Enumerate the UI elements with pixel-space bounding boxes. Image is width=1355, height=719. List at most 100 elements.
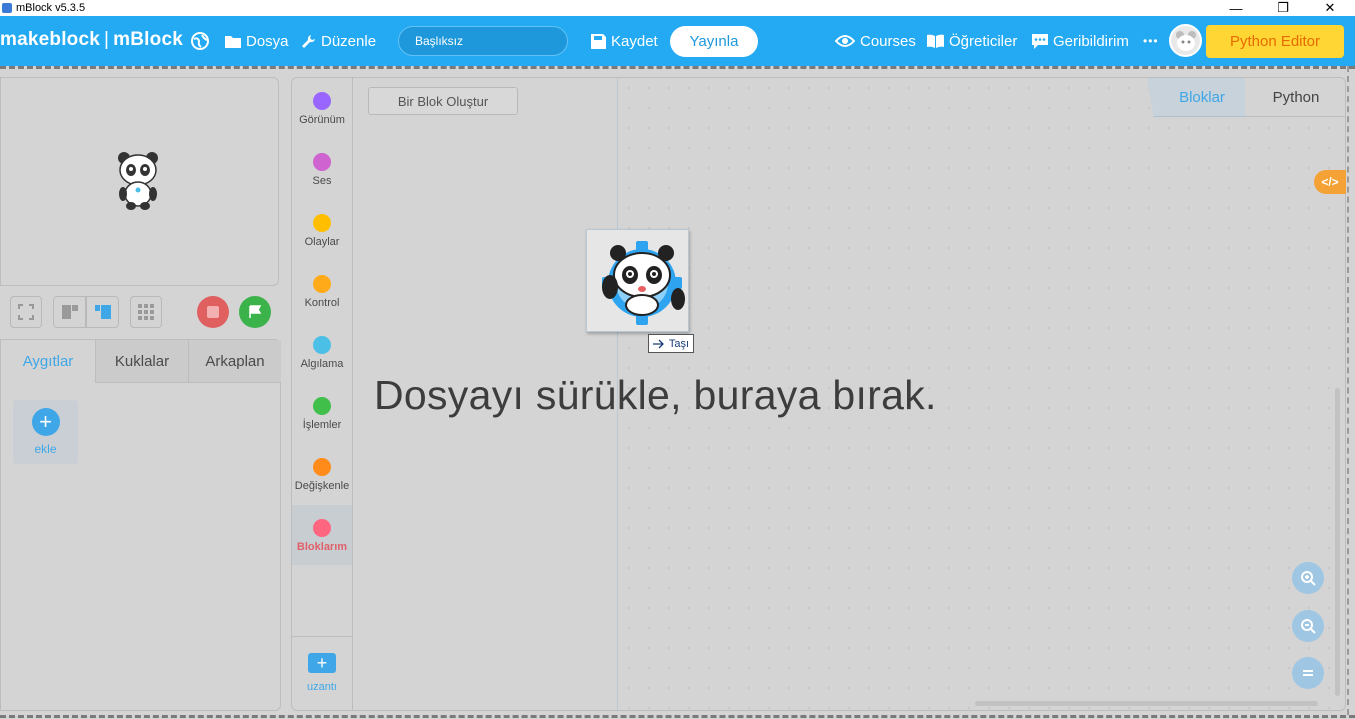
dragged-file-preview	[586, 229, 689, 332]
category-operators[interactable]: İşlemler	[292, 383, 352, 443]
user-avatar[interactable]	[1169, 24, 1202, 57]
file-menu[interactable]: Dosya	[225, 30, 289, 52]
bottom-dashed-border	[0, 715, 1355, 719]
logo-product-text: mBlock	[113, 29, 184, 50]
category-label: Algılama	[300, 358, 344, 370]
zoom-in-button[interactable]	[1292, 562, 1324, 594]
green-flag-button[interactable]	[239, 296, 271, 328]
category-looks[interactable]: Görünüm	[292, 78, 352, 138]
my-blocks-dot-icon	[313, 519, 331, 537]
grid-icon	[138, 304, 154, 320]
category-label: Olaylar	[304, 236, 340, 248]
normal-stage-layout-icon	[94, 305, 111, 319]
window-titlebar: mBlock v5.3.5 — ❐ ✕	[0, 0, 1355, 16]
drop-file-hint: Dosyayı sürükle, buraya bırak.	[374, 372, 937, 418]
small-stage-layout-icon	[61, 305, 78, 319]
tutorials-label: Öğreticiler	[949, 32, 1018, 50]
category-my-blocks[interactable]: Bloklarım	[292, 505, 352, 565]
folder-icon	[225, 36, 241, 48]
category-label: İşlemler	[302, 419, 342, 431]
zoom-in-icon	[1301, 571, 1316, 586]
window-title: mBlock v5.3.5	[16, 2, 86, 14]
logo-makeblock-text: makeblock	[0, 29, 101, 50]
wrench-icon	[302, 34, 315, 48]
category-events[interactable]: Olaylar	[292, 200, 352, 260]
block-category-bar: Görünüm Ses Olaylar Kontrol Algılama İşl…	[292, 78, 353, 710]
courses-eye-icon	[835, 35, 855, 47]
floppy-disk-icon	[591, 33, 606, 49]
logo-separator: |	[104, 29, 110, 50]
close-window-button[interactable]: ✕	[1307, 0, 1353, 16]
category-control[interactable]: Kontrol	[292, 261, 352, 321]
book-icon	[927, 34, 944, 48]
language-globe-button[interactable]	[190, 30, 215, 52]
makeblock-logo: makeblock | mBlock	[0, 29, 183, 51]
right-dashed-border	[1347, 66, 1355, 715]
maximize-button[interactable]: ❐	[1260, 0, 1306, 16]
tab-blocks-mode[interactable]: Bloklar	[1147, 78, 1257, 117]
tab-python-mode[interactable]: Python	[1245, 78, 1345, 117]
top-dashed-border	[0, 66, 1355, 70]
project-name-input[interactable]: Başlıksız	[398, 26, 568, 56]
vertical-scrollbar[interactable]	[1335, 388, 1340, 696]
panda-avatar-icon	[1175, 30, 1196, 51]
zoom-reset-button[interactable]	[1292, 657, 1324, 689]
add-device-label: ekle	[34, 442, 57, 456]
make-a-block-button[interactable]: Bir Blok Oluştur	[368, 87, 518, 115]
tutorials-link[interactable]: Öğreticiler	[927, 30, 1017, 52]
python-editor-button[interactable]: Python Editor	[1206, 25, 1344, 58]
category-sensing[interactable]: Algılama	[292, 322, 352, 382]
mblock-app-icon	[2, 3, 12, 13]
courses-label: Courses	[860, 32, 916, 50]
edit-menu-label: Düzenle	[321, 32, 377, 50]
save-button[interactable]: Kaydet	[591, 30, 658, 52]
more-menu-button[interactable]: •••	[1143, 30, 1159, 52]
category-label: Değişkenle	[294, 480, 350, 492]
feedback-link[interactable]: Geribildirim	[1032, 30, 1129, 52]
category-label: Bloklarım	[296, 541, 348, 553]
save-label: Kaydet	[611, 32, 658, 50]
plus-icon: +	[31, 408, 60, 436]
zoom-out-button[interactable]	[1292, 610, 1324, 642]
variables-dot-icon	[313, 458, 331, 476]
small-stage-button[interactable]	[53, 296, 86, 328]
grid-view-button[interactable]	[130, 296, 162, 328]
drag-tooltip-label: Taşı	[668, 337, 690, 350]
drag-move-tooltip: Taşı	[648, 334, 694, 353]
code-panel-toggle[interactable]: </>	[1314, 170, 1346, 194]
edit-menu[interactable]: Düzenle	[301, 30, 376, 52]
arrow-right-icon	[652, 339, 664, 348]
chat-bubble-icon	[1032, 33, 1048, 49]
globe-icon	[191, 32, 209, 50]
publish-button[interactable]: Yayınla	[670, 26, 758, 57]
file-menu-label: Dosya	[246, 32, 289, 50]
category-sound[interactable]: Ses	[292, 139, 352, 199]
minimize-button[interactable]: —	[1213, 0, 1259, 16]
sound-dot-icon	[313, 153, 331, 171]
stop-button[interactable]	[197, 296, 229, 328]
events-dot-icon	[313, 214, 331, 232]
fullscreen-icon	[18, 304, 34, 320]
mblock-panda-gear-icon	[601, 240, 685, 325]
category-label: Görünüm	[299, 114, 345, 126]
tab-backdrops[interactable]: Arkaplan	[188, 340, 281, 383]
stop-icon	[207, 306, 219, 318]
looks-dot-icon	[313, 92, 331, 110]
control-dot-icon	[313, 275, 331, 293]
add-extension-icon: +	[308, 653, 336, 673]
sensing-dot-icon	[313, 336, 331, 354]
tab-devices[interactable]: Aygıtlar	[1, 340, 95, 383]
horizontal-scrollbar[interactable]	[975, 701, 1318, 706]
fullscreen-button[interactable]	[10, 296, 42, 328]
extension-button[interactable]: + uzantı	[292, 636, 352, 710]
stage-panel[interactable]	[0, 77, 279, 286]
category-label: Ses	[312, 175, 332, 187]
add-device-button[interactable]: + ekle	[13, 400, 78, 464]
tab-sprites[interactable]: Kuklalar	[95, 340, 188, 383]
feedback-label: Geribildirim	[1053, 32, 1129, 50]
category-variables[interactable]: Değişkenle	[292, 444, 352, 504]
courses-link[interactable]: Courses	[835, 30, 916, 52]
zoom-out-icon	[1301, 619, 1316, 634]
panda-sprite[interactable]	[115, 150, 161, 210]
normal-stage-button[interactable]	[86, 296, 119, 328]
